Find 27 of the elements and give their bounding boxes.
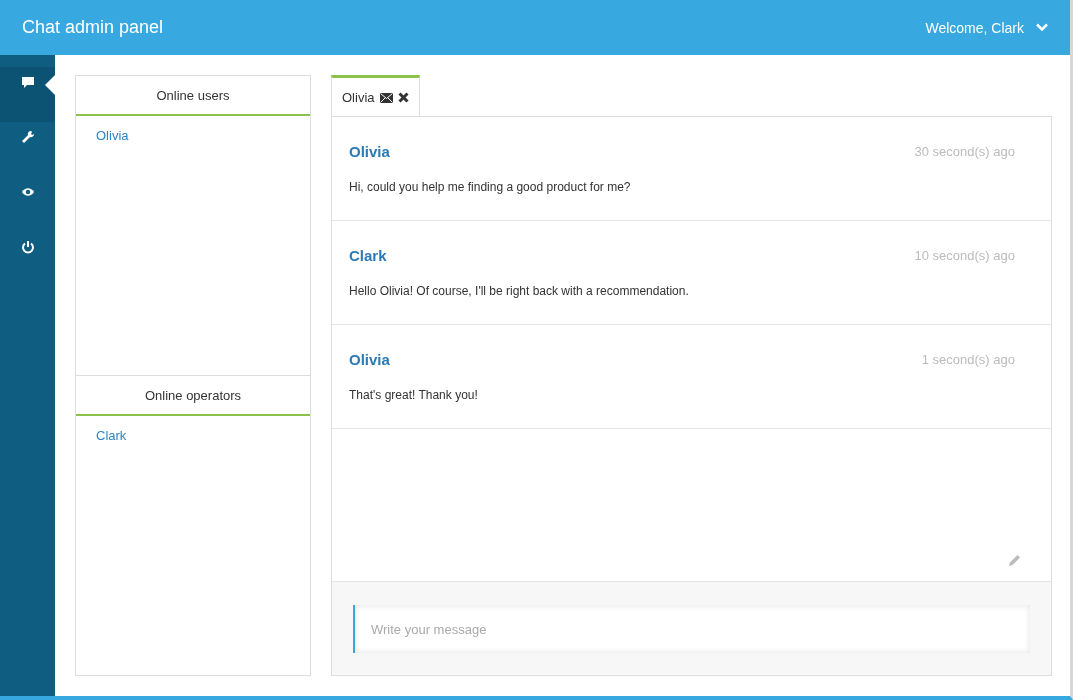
eye-icon	[20, 185, 35, 199]
chevron-down-icon[interactable]	[1036, 23, 1048, 32]
power-icon	[20, 240, 35, 254]
wrench-icon	[20, 130, 35, 144]
message-author: Clark	[349, 247, 387, 264]
user-link[interactable]: Olivia	[96, 128, 290, 143]
message-input[interactable]: Write your message	[353, 605, 1030, 653]
message-text: That's great! Thank you!	[349, 388, 479, 402]
close-icon[interactable]	[397, 92, 409, 103]
app-title: Chat admin panel	[22, 17, 164, 38]
online-users-heading: Online users	[76, 76, 310, 116]
message-time: 1 second(s) ago	[921, 352, 1015, 367]
envelope-icon	[379, 92, 393, 103]
chat-nav-item[interactable]	[0, 67, 55, 122]
operator-link[interactable]: Clark	[96, 428, 290, 443]
message-text: Hello Olivia! Of course, I'll be right back with a recommendation.	[349, 284, 690, 298]
chat-tab[interactable]: Olivia	[331, 75, 420, 117]
pencil-icon[interactable]	[1008, 554, 1021, 567]
welcome-menu[interactable]: Welcome, Clark	[925, 19, 1024, 36]
message-author: Olivia	[349, 143, 390, 160]
message-time: 30 second(s) ago	[914, 144, 1015, 159]
message-time: 10 second(s) ago	[914, 248, 1015, 263]
message-author: Olivia	[349, 351, 390, 368]
message-text: Hi, could you help me finding a good product for me?	[349, 180, 632, 194]
chat-bubble-icon	[20, 75, 35, 89]
tab-label: Olivia	[342, 90, 375, 105]
online-operators-heading: Online operators	[76, 375, 310, 416]
